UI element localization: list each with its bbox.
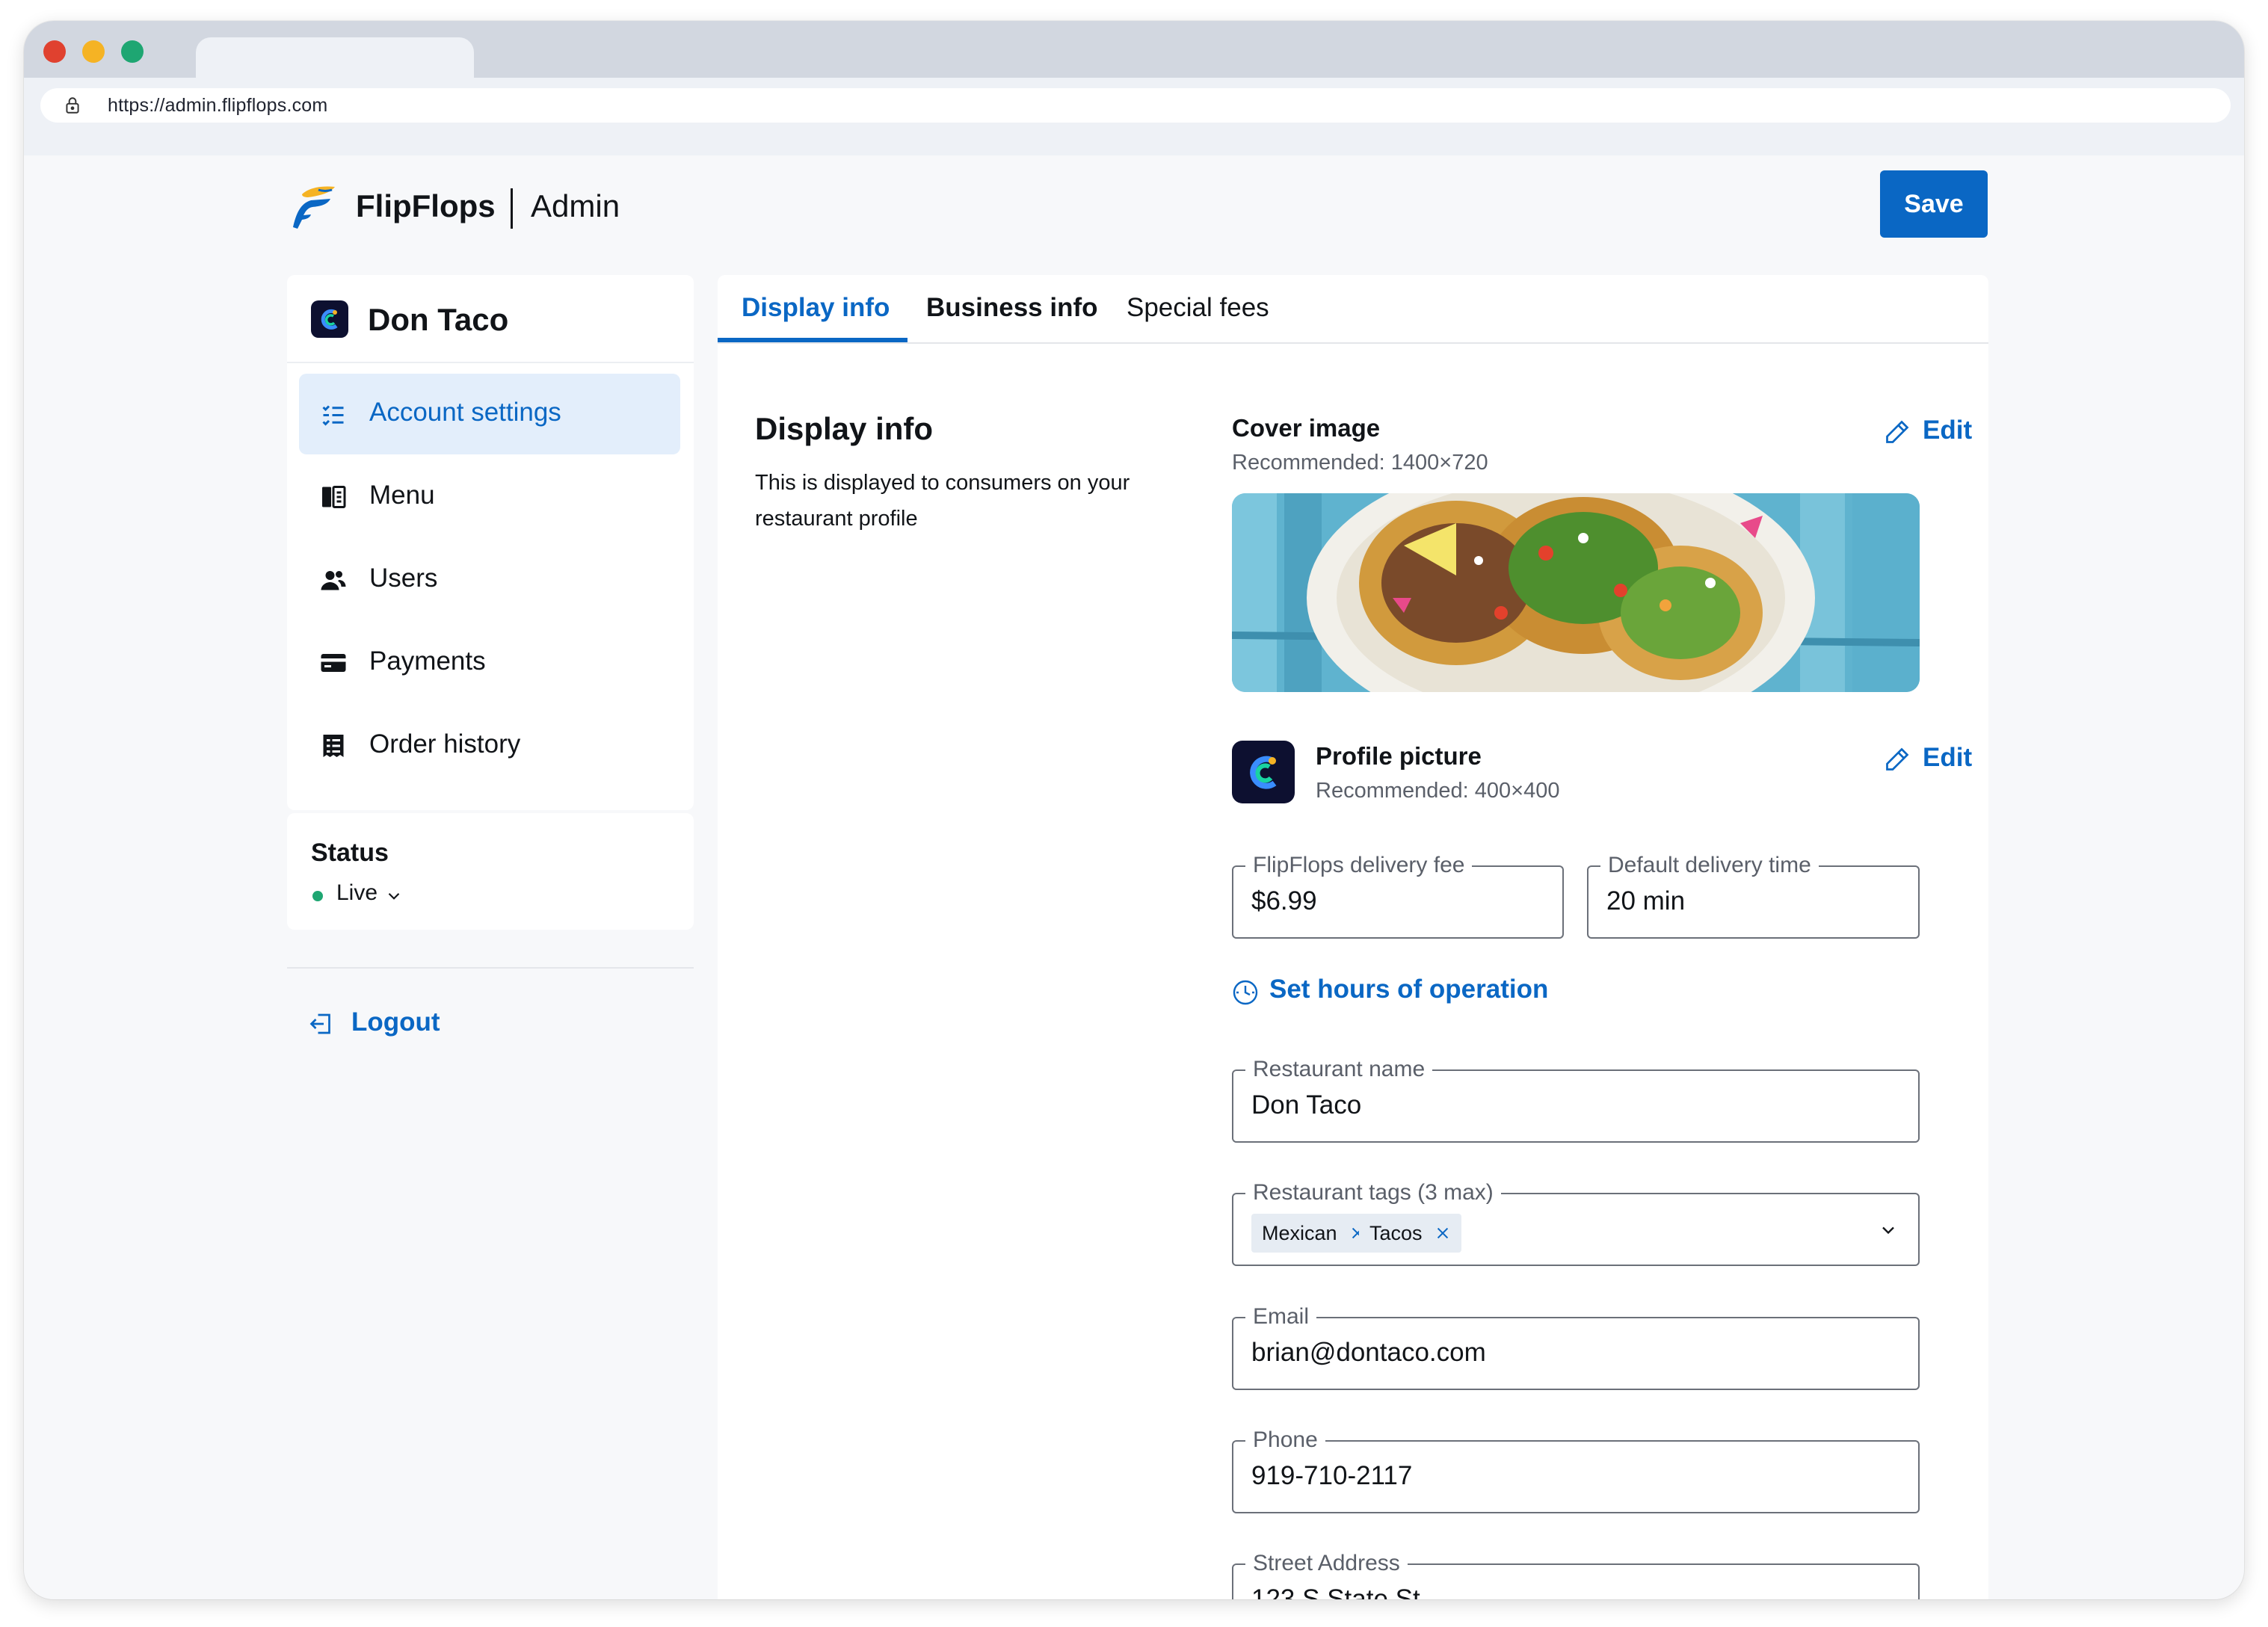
pencil-icon bbox=[1886, 420, 1909, 443]
tag-chip: Tacos bbox=[1359, 1214, 1461, 1253]
tab-business-info[interactable]: Business info bbox=[926, 293, 1097, 323]
restaurant-tags-field[interactable]: Restaurant tags (3 max) Mexican Tacos bbox=[1232, 1178, 1920, 1266]
logout-icon bbox=[309, 1013, 330, 1034]
profile-edit-button[interactable]: Edit bbox=[1884, 741, 1973, 776]
lock-icon bbox=[66, 97, 79, 114]
tab-special-fees[interactable]: Special fees bbox=[1127, 293, 1269, 323]
delivery-fee-field: FlipFlops delivery fee bbox=[1232, 850, 1564, 939]
url-text[interactable]: https://admin.flipflops.com bbox=[108, 95, 327, 117]
chevron-down-icon[interactable] bbox=[1878, 1220, 1899, 1241]
sidebar-item-label: Payments bbox=[369, 646, 486, 676]
set-hours-button[interactable]: Set hours of operation bbox=[1232, 973, 1561, 1010]
checklist-icon bbox=[322, 405, 344, 426]
street-address-label: Street Address bbox=[1245, 1549, 1408, 1578]
restaurant-name-label: Restaurant name bbox=[1245, 1055, 1433, 1084]
section-description: This is displayed to consumers on your r… bbox=[755, 471, 1130, 531]
phone-label: Phone bbox=[1245, 1425, 1325, 1455]
sidebar-item-account-settings[interactable]: Account settings bbox=[299, 374, 680, 454]
status-title: Status bbox=[311, 839, 389, 867]
clock-icon bbox=[1233, 980, 1258, 1005]
browser-tab[interactable] bbox=[196, 37, 474, 78]
sidebar-item-order-history[interactable]: Order history bbox=[299, 706, 680, 786]
browser-tab-bar bbox=[24, 21, 2244, 78]
sidebar-item-menu[interactable]: Menu bbox=[299, 457, 680, 537]
cover-image-recommended: Recommended: 1400×720 bbox=[1232, 451, 1488, 475]
sidebar-item-label: Order history bbox=[369, 729, 521, 759]
logout-label: Logout bbox=[351, 1007, 440, 1037]
tab-display-info[interactable]: Display info bbox=[742, 293, 890, 323]
active-tab-indicator bbox=[718, 338, 907, 342]
save-button[interactable]: Save bbox=[1880, 170, 1988, 238]
brand-name: FlipFlops bbox=[356, 188, 496, 223]
street-address-input[interactable] bbox=[1251, 1584, 1900, 1599]
delivery-time-input[interactable] bbox=[1606, 886, 1900, 916]
browser-window: https://admin.flipflops.com FlipFlops Ad… bbox=[24, 21, 2244, 1599]
window-minimize-button[interactable] bbox=[82, 40, 105, 63]
sidebar-item-payments[interactable]: Payments bbox=[299, 623, 680, 703]
brand-section: Admin bbox=[531, 188, 620, 223]
email-field: Email bbox=[1232, 1302, 1920, 1390]
street-address-field: Street Address bbox=[1232, 1549, 1920, 1599]
phone-field: Phone bbox=[1232, 1425, 1920, 1513]
menu-book-icon bbox=[322, 486, 346, 508]
phone-input[interactable] bbox=[1251, 1461, 1900, 1491]
delivery-fee-label: FlipFlops delivery fee bbox=[1245, 850, 1473, 880]
restaurant-name-field: Restaurant name bbox=[1232, 1055, 1920, 1143]
email-input[interactable] bbox=[1251, 1338, 1900, 1368]
profile-picture-title: Profile picture bbox=[1316, 742, 1482, 770]
restaurant-header: Don Taco bbox=[287, 275, 694, 363]
pencil-icon bbox=[1886, 747, 1909, 771]
delivery-time-label: Default delivery time bbox=[1600, 850, 1819, 880]
brand-divider bbox=[511, 188, 513, 229]
sidebar-item-label: Users bbox=[369, 564, 438, 593]
receipt-icon bbox=[323, 735, 344, 757]
window-maximize-button[interactable] bbox=[121, 40, 144, 63]
status-value: Live bbox=[336, 880, 378, 905]
address-bar[interactable]: https://admin.flipflops.com bbox=[40, 88, 2231, 123]
sidebar-item-users[interactable]: Users bbox=[299, 540, 680, 620]
window-close-button[interactable] bbox=[43, 40, 66, 63]
profile-picture-recommended: Recommended: 400×400 bbox=[1316, 779, 1560, 803]
main-panel: Display info Business info Special fees … bbox=[718, 275, 1988, 1599]
close-icon[interactable] bbox=[1435, 1225, 1451, 1241]
delivery-time-field: Default delivery time bbox=[1587, 850, 1920, 939]
credit-card-icon bbox=[321, 654, 346, 672]
edit-label: Edit bbox=[1923, 743, 1973, 772]
logout-button[interactable]: Logout bbox=[308, 1004, 472, 1042]
flipflops-logo-icon bbox=[293, 186, 335, 229]
restaurant-tags-label: Restaurant tags (3 max) bbox=[1245, 1178, 1501, 1208]
status-indicator bbox=[312, 891, 323, 901]
sidebar-divider bbox=[287, 967, 694, 969]
set-hours-label: Set hours of operation bbox=[1269, 975, 1549, 1004]
delivery-fee-input[interactable] bbox=[1251, 886, 1544, 916]
restaurant-name-input[interactable] bbox=[1251, 1090, 1900, 1120]
cover-edit-button[interactable]: Edit bbox=[1884, 414, 1973, 448]
cover-image bbox=[1232, 493, 1920, 692]
tab-bar: Display info Business info Special fees bbox=[718, 275, 1988, 344]
tag-chip: Mexican bbox=[1251, 1214, 1376, 1253]
chevron-down-icon bbox=[388, 892, 400, 900]
email-label: Email bbox=[1245, 1302, 1317, 1332]
cover-image-title: Cover image bbox=[1232, 414, 1381, 442]
restaurant-logo-icon bbox=[311, 300, 348, 338]
sidebar-item-label: Menu bbox=[369, 481, 435, 510]
address-row: https://admin.flipflops.com bbox=[24, 78, 2244, 155]
section-title: Display info bbox=[755, 411, 934, 446]
tag-chip-label: Mexican bbox=[1262, 1221, 1337, 1244]
sidebar-item-label: Account settings bbox=[369, 398, 561, 427]
tag-chip-label: Tacos bbox=[1369, 1221, 1423, 1244]
restaurant-name: Don Taco bbox=[368, 302, 509, 337]
users-icon bbox=[321, 571, 346, 590]
status-card: Status Live bbox=[287, 813, 694, 930]
profile-picture bbox=[1232, 741, 1295, 803]
edit-label: Edit bbox=[1923, 416, 1973, 445]
sidebar: Don Taco Account settings Menu Users Pay… bbox=[287, 275, 694, 810]
